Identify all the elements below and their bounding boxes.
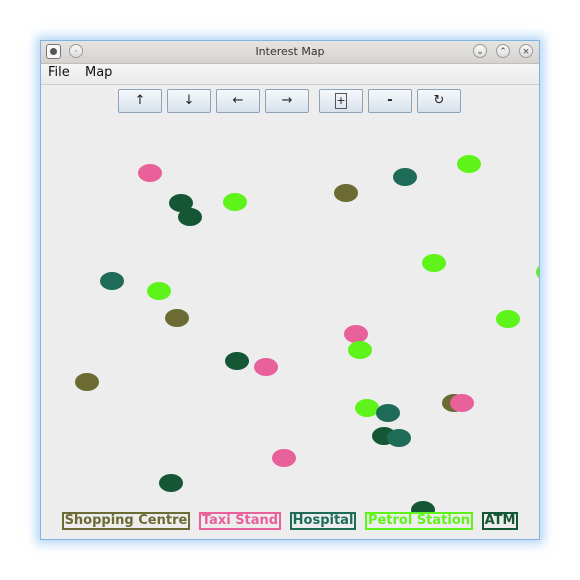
shopping-centre-marker[interactable] bbox=[75, 373, 99, 391]
hospital-marker[interactable] bbox=[376, 404, 400, 422]
atm-marker[interactable] bbox=[225, 352, 249, 370]
taxi-stand-marker[interactable] bbox=[138, 164, 162, 182]
minimize-icon[interactable]: ⌄ bbox=[473, 44, 487, 58]
petrol-station-marker[interactable] bbox=[496, 310, 520, 328]
pan-left-button[interactable]: ← bbox=[216, 89, 260, 113]
window-title: Interest Map bbox=[255, 45, 325, 58]
pan-right-button[interactable]: → bbox=[265, 89, 309, 113]
pan-down-button[interactable]: ↓ bbox=[167, 89, 211, 113]
maximize-icon[interactable]: ⌃ bbox=[496, 44, 510, 58]
title-bar[interactable]: · Interest Map ⌄ ⌃ × bbox=[41, 41, 539, 64]
legend-shopping-centre[interactable]: Shopping Centre bbox=[61, 512, 191, 530]
hospital-marker[interactable] bbox=[393, 168, 417, 186]
atm-marker[interactable] bbox=[178, 208, 202, 226]
hospital-marker[interactable] bbox=[387, 429, 411, 447]
legend-atm[interactable]: ATM bbox=[481, 512, 519, 530]
menu-map[interactable]: Map bbox=[85, 65, 112, 80]
petrol-station-marker[interactable] bbox=[422, 254, 446, 272]
atm-marker[interactable] bbox=[159, 474, 183, 492]
map-canvas[interactable] bbox=[41, 121, 539, 539]
hospital-marker[interactable] bbox=[100, 272, 124, 290]
zoom-in-button[interactable]: + bbox=[319, 89, 363, 113]
petrol-station-marker[interactable] bbox=[348, 341, 372, 359]
petrol-station-marker[interactable] bbox=[536, 263, 539, 281]
shopping-centre-marker[interactable] bbox=[165, 309, 189, 327]
pan-up-button[interactable]: ↑ bbox=[118, 89, 162, 113]
taxi-stand-marker[interactable] bbox=[450, 394, 474, 412]
close-icon[interactable]: × bbox=[519, 44, 533, 58]
menu-file[interactable]: File bbox=[48, 65, 70, 80]
refresh-button[interactable]: ↻ bbox=[417, 89, 461, 113]
petrol-station-marker[interactable] bbox=[147, 282, 171, 300]
app-window: · Interest Map ⌄ ⌃ × File Map ↑ ↓ ← → + … bbox=[40, 40, 540, 540]
legend-taxi-stand[interactable]: Taxi Stand bbox=[198, 512, 282, 530]
shopping-centre-marker[interactable] bbox=[334, 184, 358, 202]
petrol-station-marker[interactable] bbox=[457, 155, 481, 173]
taxi-stand-marker[interactable] bbox=[272, 449, 296, 467]
map-legend: Shopping Centre Taxi Stand Hospital Petr… bbox=[41, 512, 539, 530]
petrol-station-marker[interactable] bbox=[223, 193, 247, 211]
menu-bar: File Map bbox=[41, 64, 539, 85]
taxi-stand-marker[interactable] bbox=[254, 358, 278, 376]
zoom-out-button[interactable]: - bbox=[368, 89, 412, 113]
zoom-in-label: + bbox=[335, 92, 347, 109]
legend-hospital[interactable]: Hospital bbox=[289, 512, 357, 530]
legend-petrol-station[interactable]: Petrol Station bbox=[364, 512, 474, 530]
